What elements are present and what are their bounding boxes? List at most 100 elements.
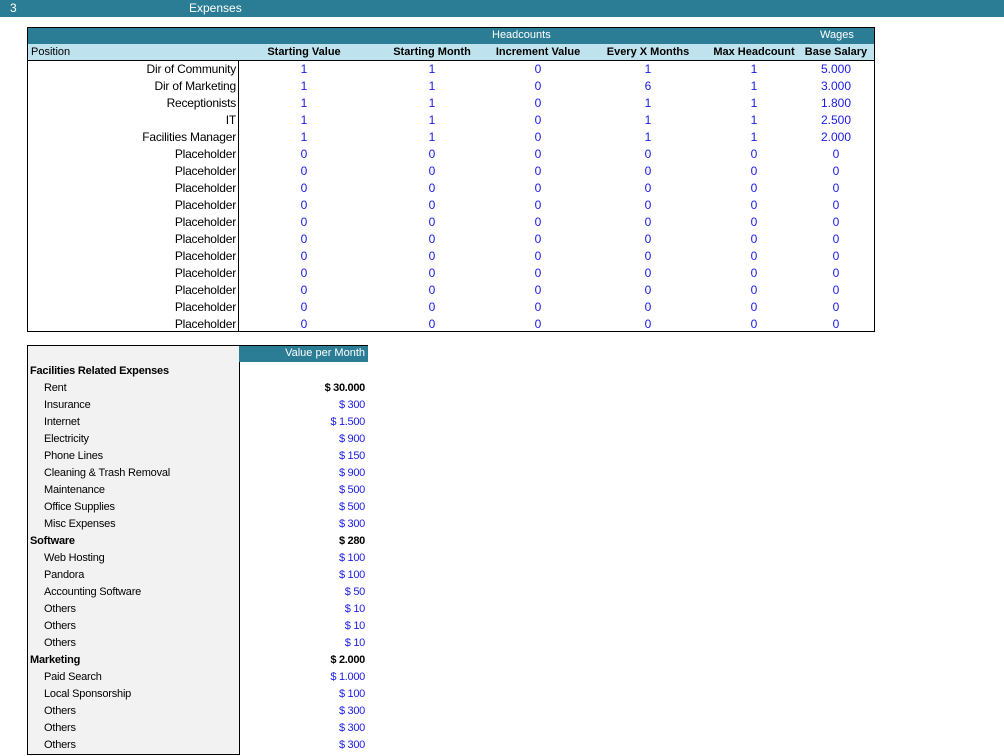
increment-value-cell[interactable]: 0	[508, 249, 568, 263]
increment-value-cell[interactable]: 0	[508, 266, 568, 280]
starting-month-cell[interactable]: 0	[402, 198, 462, 212]
starting-month-cell[interactable]: 0	[402, 232, 462, 246]
every-x-months-cell[interactable]: 1	[618, 130, 678, 144]
max-headcount-cell[interactable]: 0	[724, 300, 784, 314]
starting-value-cell[interactable]: 0	[274, 283, 334, 297]
starting-value-cell[interactable]: 0	[274, 198, 334, 212]
starting-value-cell[interactable]: 0	[274, 147, 334, 161]
every-x-months-cell[interactable]: 6	[618, 79, 678, 93]
max-headcount-cell[interactable]: 1	[724, 96, 784, 110]
starting-value-cell[interactable]: 1	[274, 79, 334, 93]
position-cell[interactable]: Placeholder	[175, 317, 236, 331]
starting-value-cell[interactable]: 0	[274, 232, 334, 246]
max-headcount-cell[interactable]: 0	[724, 283, 784, 297]
increment-value-cell[interactable]: 0	[508, 164, 568, 178]
base-salary-cell[interactable]: 0	[806, 164, 866, 178]
expense-value-cell[interactable]: $ 300	[339, 518, 365, 530]
max-headcount-cell[interactable]: 1	[724, 113, 784, 127]
every-x-months-cell[interactable]: 0	[618, 317, 678, 331]
expense-value-cell[interactable]: $ 10	[345, 620, 366, 632]
position-cell[interactable]: Receptionists	[167, 96, 237, 110]
increment-value-cell[interactable]: 0	[508, 181, 568, 195]
starting-month-cell[interactable]: 0	[402, 317, 462, 331]
increment-value-cell[interactable]: 0	[508, 96, 568, 110]
every-x-months-cell[interactable]: 0	[618, 181, 678, 195]
starting-value-cell[interactable]: 0	[274, 300, 334, 314]
base-salary-cell[interactable]: 0	[806, 266, 866, 280]
max-headcount-cell[interactable]: 0	[724, 317, 784, 331]
position-cell[interactable]: Placeholder	[175, 300, 236, 314]
starting-month-cell[interactable]: 1	[402, 130, 462, 144]
every-x-months-cell[interactable]: 1	[618, 62, 678, 76]
increment-value-cell[interactable]: 0	[508, 147, 568, 161]
starting-month-cell[interactable]: 0	[402, 181, 462, 195]
every-x-months-cell[interactable]: 0	[618, 215, 678, 229]
expense-value-cell[interactable]: $ 100	[339, 569, 365, 581]
expense-value-cell[interactable]: $ 10	[345, 603, 366, 615]
starting-month-cell[interactable]: 0	[402, 266, 462, 280]
max-headcount-cell[interactable]: 1	[724, 79, 784, 93]
every-x-months-cell[interactable]: 1	[618, 113, 678, 127]
base-salary-cell[interactable]: 0	[806, 300, 866, 314]
position-cell[interactable]: Dir of Marketing	[155, 79, 237, 93]
position-cell[interactable]: Placeholder	[175, 147, 236, 161]
position-cell[interactable]: Placeholder	[175, 164, 236, 178]
expense-value-cell[interactable]: $ 1.000	[330, 671, 365, 683]
increment-value-cell[interactable]: 0	[508, 232, 568, 246]
max-headcount-cell[interactable]: 0	[724, 215, 784, 229]
starting-month-cell[interactable]: 0	[402, 215, 462, 229]
expense-value-cell[interactable]: $ 280	[339, 535, 365, 547]
base-salary-cell[interactable]: 0	[806, 249, 866, 263]
every-x-months-cell[interactable]: 0	[618, 249, 678, 263]
max-headcount-cell[interactable]: 1	[724, 62, 784, 76]
increment-value-cell[interactable]: 0	[508, 130, 568, 144]
every-x-months-cell[interactable]: 0	[618, 283, 678, 297]
every-x-months-cell[interactable]: 0	[618, 147, 678, 161]
position-cell[interactable]: Placeholder	[175, 249, 236, 263]
base-salary-cell[interactable]: 2.500	[806, 113, 866, 127]
position-cell[interactable]: Dir of Community	[147, 62, 237, 76]
starting-month-cell[interactable]: 0	[402, 300, 462, 314]
increment-value-cell[interactable]: 0	[508, 79, 568, 93]
starting-value-cell[interactable]: 1	[274, 62, 334, 76]
starting-value-cell[interactable]: 0	[274, 164, 334, 178]
position-cell[interactable]: Placeholder	[175, 283, 236, 297]
starting-value-cell[interactable]: 0	[274, 215, 334, 229]
expense-value-cell[interactable]: $ 100	[339, 688, 365, 700]
max-headcount-cell[interactable]: 0	[724, 147, 784, 161]
base-salary-cell[interactable]: 0	[806, 317, 866, 331]
starting-month-cell[interactable]: 0	[402, 164, 462, 178]
max-headcount-cell[interactable]: 0	[724, 164, 784, 178]
position-cell[interactable]: Placeholder	[175, 266, 236, 280]
base-salary-cell[interactable]: 1.800	[806, 96, 866, 110]
increment-value-cell[interactable]: 0	[508, 215, 568, 229]
max-headcount-cell[interactable]: 0	[724, 181, 784, 195]
position-cell[interactable]: Placeholder	[175, 198, 236, 212]
starting-month-cell[interactable]: 1	[402, 62, 462, 76]
base-salary-cell[interactable]: 0	[806, 147, 866, 161]
expense-value-cell[interactable]: $ 50	[345, 586, 366, 598]
base-salary-cell[interactable]: 0	[806, 215, 866, 229]
starting-value-cell[interactable]: 0	[274, 317, 334, 331]
max-headcount-cell[interactable]: 0	[724, 266, 784, 280]
starting-value-cell[interactable]: 1	[274, 96, 334, 110]
every-x-months-cell[interactable]: 0	[618, 164, 678, 178]
expense-value-cell[interactable]: $ 300	[339, 722, 365, 734]
every-x-months-cell[interactable]: 0	[618, 300, 678, 314]
base-salary-cell[interactable]: 0	[806, 232, 866, 246]
expense-value-cell[interactable]: $ 300	[339, 705, 365, 717]
expense-value-cell[interactable]: $ 10	[345, 637, 366, 649]
expense-value-cell[interactable]: $ 300	[339, 399, 365, 411]
max-headcount-cell[interactable]: 1	[724, 130, 784, 144]
base-salary-cell[interactable]: 2.000	[806, 130, 866, 144]
starting-value-cell[interactable]: 1	[274, 130, 334, 144]
starting-value-cell[interactable]: 1	[274, 113, 334, 127]
base-salary-cell[interactable]: 5.000	[806, 62, 866, 76]
position-cell[interactable]: Placeholder	[175, 232, 236, 246]
every-x-months-cell[interactable]: 0	[618, 232, 678, 246]
starting-month-cell[interactable]: 1	[402, 96, 462, 110]
expense-value-cell[interactable]: $ 900	[339, 467, 365, 479]
expense-value-cell[interactable]: $ 900	[339, 433, 365, 445]
increment-value-cell[interactable]: 0	[508, 62, 568, 76]
every-x-months-cell[interactable]: 0	[618, 198, 678, 212]
